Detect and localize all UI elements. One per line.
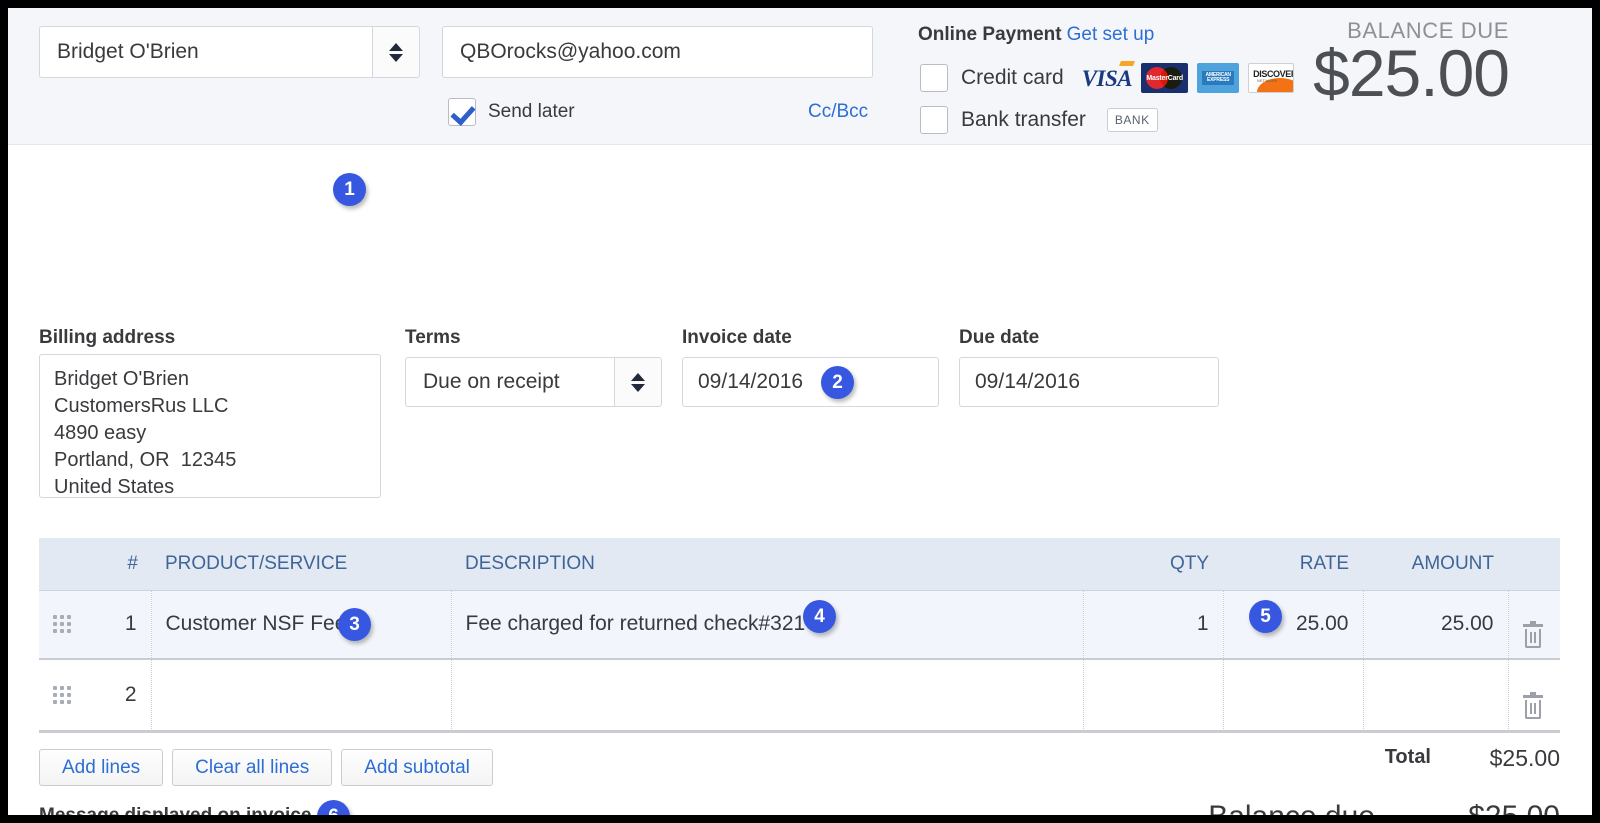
- row-delete-cell[interactable]: [1508, 659, 1560, 729]
- amex-icon: AMERICAN EXPRESS: [1197, 63, 1240, 93]
- line-action-buttons: Add lines Clear all lines Add subtotal: [39, 749, 493, 786]
- table-row[interactable]: 1 Customer NSF Fee Fee charged for retur…: [39, 590, 1560, 659]
- balance-due-value: $25.00: [1468, 800, 1560, 815]
- invoice-message-label: Message displayed on invoice: [39, 805, 311, 815]
- terms-value: Due on receipt: [423, 370, 560, 393]
- callout-badge-2: 2: [821, 366, 854, 399]
- row-num: 2: [91, 659, 152, 729]
- balance-due-label: Balance due: [1208, 800, 1375, 815]
- discover-icon: DISCOVER NETWORK: [1248, 63, 1295, 93]
- terms-label: Terms: [405, 327, 461, 348]
- email-value: QBOrocks@yahoo.com: [460, 40, 681, 63]
- due-date-input[interactable]: 09/14/2016: [959, 357, 1219, 407]
- bank-transfer-label: Bank transfer: [961, 108, 1086, 131]
- total-value: $25.00: [1489, 745, 1560, 771]
- callout-badge-6: 6: [317, 800, 350, 815]
- drag-handle-icon[interactable]: [53, 615, 71, 634]
- table-bottom-divider: [39, 730, 1560, 733]
- send-later-checkbox[interactable]: [448, 98, 476, 126]
- row-amount[interactable]: [1363, 659, 1509, 729]
- row-product-service[interactable]: Customer NSF Fee: [151, 590, 452, 659]
- row-qty[interactable]: 1: [1083, 590, 1224, 659]
- get-set-up-link[interactable]: Get set up: [1067, 24, 1155, 45]
- row-drag-handle[interactable]: [39, 659, 91, 729]
- send-later-label: Send later: [488, 101, 575, 122]
- billing-address-label: Billing address: [39, 327, 176, 348]
- clear-all-lines-button[interactable]: Clear all lines: [172, 749, 333, 786]
- line-items-table: # PRODUCT/SERVICE DESCRIPTION QTY RATE A…: [39, 538, 1560, 729]
- terms-value-field[interactable]: Due on receipt: [405, 357, 614, 407]
- updown-arrows-icon: [389, 42, 403, 62]
- row-rate[interactable]: [1223, 659, 1364, 729]
- updown-arrows-icon: [631, 372, 645, 392]
- invoice-date-value: 09/14/2016: [698, 370, 804, 393]
- row-num: 1: [91, 590, 152, 659]
- bank-transfer-option[interactable]: Bank transfer BANK: [920, 106, 1158, 134]
- bank-transfer-checkbox[interactable]: [920, 106, 948, 134]
- row-product-service[interactable]: [151, 659, 452, 729]
- customer-name-value: Bridget O'Brien: [57, 40, 199, 63]
- row-description[interactable]: [451, 659, 1084, 729]
- customer-name-field[interactable]: Bridget O'Brien: [39, 26, 372, 78]
- row-drag-handle[interactable]: [39, 590, 91, 659]
- row-rate[interactable]: 25.00: [1223, 590, 1364, 659]
- header-description: DESCRIPTION: [451, 538, 1083, 591]
- callout-badge-4: 4: [803, 600, 836, 633]
- row-qty[interactable]: [1083, 659, 1224, 729]
- invoice-header: Bridget O'Brien QBOrocks@yahoo.com Send …: [8, 8, 1592, 145]
- header-amount: AMOUNT: [1363, 538, 1508, 591]
- row-delete-cell[interactable]: [1508, 590, 1560, 659]
- credit-card-label: Credit card: [961, 66, 1064, 89]
- callout-badge-5: 5: [1249, 600, 1282, 633]
- mastercard-icon: MasterCard: [1141, 63, 1189, 93]
- header-rate: RATE: [1223, 538, 1363, 591]
- visa-icon: VISA: [1082, 61, 1136, 92]
- terms-select[interactable]: Due on receipt: [405, 357, 662, 407]
- balance-due-header-amount: $25.00: [1313, 36, 1510, 110]
- credit-card-option[interactable]: Credit card VISA MasterCard AMERICAN EXP…: [920, 61, 1295, 93]
- cc-bcc-link[interactable]: Cc/Bcc: [808, 101, 868, 123]
- billing-address-field[interactable]: Bridget O'Brien CustomersRus LLC 4890 ea…: [39, 354, 381, 498]
- header-product-service: PRODUCT/SERVICE: [151, 538, 451, 591]
- send-later-control[interactable]: Send later: [448, 98, 575, 126]
- bank-badge-icon: BANK: [1106, 108, 1158, 132]
- customer-dropdown-button[interactable]: [372, 26, 420, 78]
- table-row[interactable]: 2: [39, 659, 1560, 729]
- callout-badge-3: 3: [338, 608, 371, 641]
- header-trash-col: [1508, 538, 1560, 591]
- online-payment-label: Online Payment: [918, 24, 1062, 45]
- card-logos: VISA MasterCard AMERICAN EXPRESS DISCOVE…: [1082, 61, 1295, 93]
- invoice-form: Bridget O'Brien QBOrocks@yahoo.com Send …: [8, 8, 1592, 815]
- header-num: #: [91, 538, 151, 591]
- credit-card-checkbox[interactable]: [920, 64, 948, 92]
- due-date-label: Due date: [959, 327, 1040, 348]
- row-description[interactable]: Fee charged for returned check#321: [451, 590, 1084, 659]
- terms-dropdown-button[interactable]: [614, 357, 662, 407]
- drag-handle-icon[interactable]: [53, 685, 71, 704]
- row-amount[interactable]: 25.00: [1363, 590, 1509, 659]
- invoice-date-input[interactable]: 09/14/2016: [682, 357, 939, 407]
- add-subtotal-button[interactable]: Add subtotal: [341, 749, 493, 786]
- email-input[interactable]: QBOrocks@yahoo.com: [442, 26, 873, 78]
- table-header-row: # PRODUCT/SERVICE DESCRIPTION QTY RATE A…: [39, 538, 1560, 591]
- callout-badge-1: 1: [333, 173, 366, 206]
- online-payment-heading: Online Payment Get set up: [918, 24, 1154, 46]
- invoice-date-label: Invoice date: [682, 327, 792, 348]
- add-lines-button[interactable]: Add lines: [39, 749, 164, 786]
- header-drag-col: [39, 538, 91, 591]
- total-label: Total: [1384, 746, 1431, 768]
- header-qty: QTY: [1083, 538, 1223, 591]
- due-date-value: 09/14/2016: [975, 370, 1081, 393]
- customer-select[interactable]: Bridget O'Brien: [39, 26, 420, 78]
